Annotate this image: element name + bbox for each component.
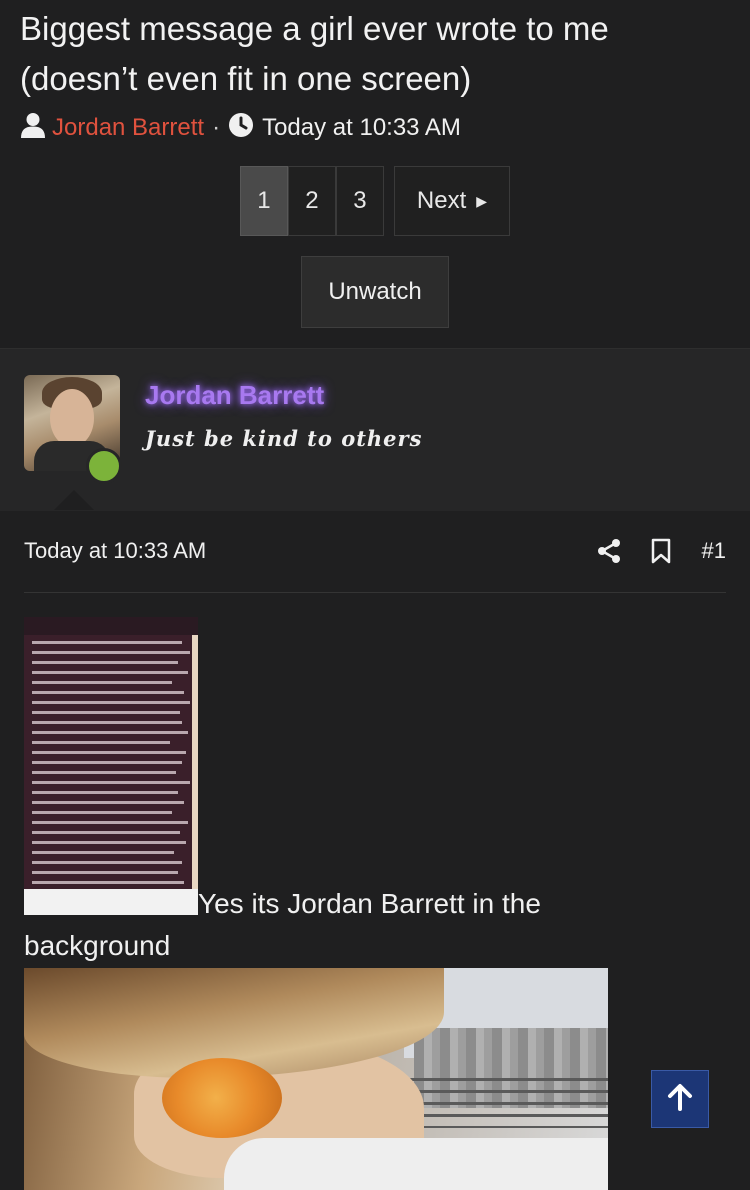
online-indicator [86,448,122,484]
text-line [32,771,176,774]
text-line [32,751,186,754]
photo-rail [404,1078,608,1128]
screenshot-chat-bar [24,889,198,915]
text-line [32,721,182,724]
post-number[interactable]: #1 [702,538,726,564]
screenshot-edge [192,635,198,889]
thread-title: Biggest message a girl ever wrote to me … [20,10,609,97]
post: Today at 10:33 AM #1 [0,510,750,593]
post-caption-line-1: Yes its Jordan Barrett in the [198,888,541,919]
user-icon [20,112,46,145]
text-line [32,861,182,864]
message-screenshot-image[interactable] [24,617,198,915]
text-line [32,701,190,704]
next-label: Next [416,187,467,214]
text-line [32,881,184,884]
page-3-button[interactable]: 3 [335,166,384,236]
scroll-to-top-button[interactable] [651,1070,709,1128]
text-line [32,661,178,664]
text-line [32,641,182,644]
next-page-button[interactable]: Next ▶ [393,166,511,236]
thread-time[interactable]: Today at 10:33 AM [262,114,461,142]
post-photo-image[interactable] [24,968,608,1190]
author-link[interactable]: Jordan Barrett [52,114,204,142]
caret-right-icon: ▶ [476,192,488,209]
page-1-button[interactable]: 1 [239,166,288,236]
pagination: 1 2 3 Next ▶ [20,166,730,236]
post-time[interactable]: Today at 10:33 AM [24,538,206,564]
avatar-face [50,389,94,447]
text-line [32,841,186,844]
screenshot-top-bar [24,617,198,635]
share-icon[interactable] [596,538,622,564]
text-line [32,781,190,784]
page-2-button[interactable]: 2 [287,166,336,236]
text-line [32,791,178,794]
meta-separator: · [212,114,221,141]
text-line [32,651,190,654]
user-block-pointer [54,490,94,510]
text-line [32,831,180,834]
text-line [32,691,184,694]
text-line [32,871,178,874]
text-line [32,731,188,734]
bookmark-icon[interactable] [650,538,672,564]
username[interactable]: Jordan Barrett [145,380,324,411]
user-title: Just be kind to others [145,426,423,451]
text-line [32,681,172,684]
photo-shirt [224,1138,608,1190]
arrow-up-icon [667,1083,693,1116]
text-line [32,761,182,764]
unwatch-button[interactable]: Unwatch [301,256,449,328]
text-line [32,741,170,744]
post-header: Today at 10:33 AM #1 [24,510,726,593]
text-line [32,811,172,814]
text-line [32,711,180,714]
post-caption-line-2: background [24,930,171,961]
text-line [32,801,184,804]
photo-flower [162,1058,282,1138]
text-line [32,851,174,854]
text-line [32,821,188,824]
text-line [32,671,188,674]
watch-wrap: Unwatch [20,256,730,328]
clock-icon [228,112,254,145]
page-number-group: 1 2 3 [239,166,384,236]
thread-meta: Jordan Barrett · Today at 10:33 AM [20,112,730,144]
thread-header: Biggest message a girl ever wrote to me … [0,0,750,348]
